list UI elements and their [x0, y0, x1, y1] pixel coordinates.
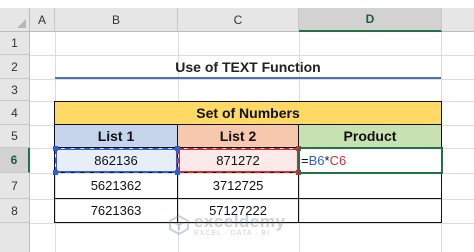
watermark-tagline: EXCEL · DATA · BI: [194, 230, 270, 237]
column-header-a[interactable]: A: [30, 8, 55, 32]
column-header-e[interactable]: [442, 8, 474, 32]
row-header-9[interactable]: [0, 223, 30, 252]
reference-highlight-c6-inner: [179, 149, 298, 172]
row-header-6[interactable]: 6: [0, 148, 30, 173]
header-list-1[interactable]: List 1: [55, 125, 178, 148]
cell-c7[interactable]: 3712725: [178, 173, 299, 199]
cell-b8[interactable]: 7621363: [55, 199, 178, 223]
active-cell-border: [298, 147, 443, 174]
row-header-1[interactable]: 1: [0, 32, 30, 55]
resize-handle-icon[interactable]: [53, 146, 58, 151]
cell-d7[interactable]: [299, 173, 442, 199]
column-header-c[interactable]: C: [178, 8, 299, 32]
gridline: [30, 79, 474, 80]
watermark-name: exceldemy: [194, 212, 286, 231]
row-header-8[interactable]: 8: [0, 199, 30, 223]
watermark: exceldemy EXCEL · DATA · BI: [168, 205, 328, 245]
row-header-2[interactable]: 2: [0, 55, 30, 79]
table-header-set-of-numbers[interactable]: Set of Numbers: [55, 102, 442, 125]
corner-triangle-icon: [17, 19, 26, 28]
exceldemy-logo-icon: [169, 214, 189, 236]
resize-handle-icon[interactable]: [175, 170, 180, 175]
resize-handle-icon[interactable]: [53, 170, 58, 175]
column-header-b[interactable]: B: [55, 8, 178, 32]
header-list-2[interactable]: List 2: [178, 125, 299, 148]
cell-b7[interactable]: 5621362: [55, 173, 178, 199]
sheet-title[interactable]: Use of TEXT Function: [55, 56, 441, 79]
row-header-5[interactable]: 5: [0, 125, 30, 148]
row-header-3[interactable]: 3: [0, 79, 30, 101]
resize-handle-icon[interactable]: [175, 146, 180, 151]
header-product[interactable]: Product: [299, 125, 442, 148]
row-header-4[interactable]: 4: [0, 101, 30, 125]
row-header-7[interactable]: 7: [0, 173, 30, 199]
column-header-d[interactable]: D: [299, 8, 442, 32]
select-all-corner[interactable]: [0, 8, 30, 32]
reference-highlight-b6-inner: [56, 149, 177, 172]
